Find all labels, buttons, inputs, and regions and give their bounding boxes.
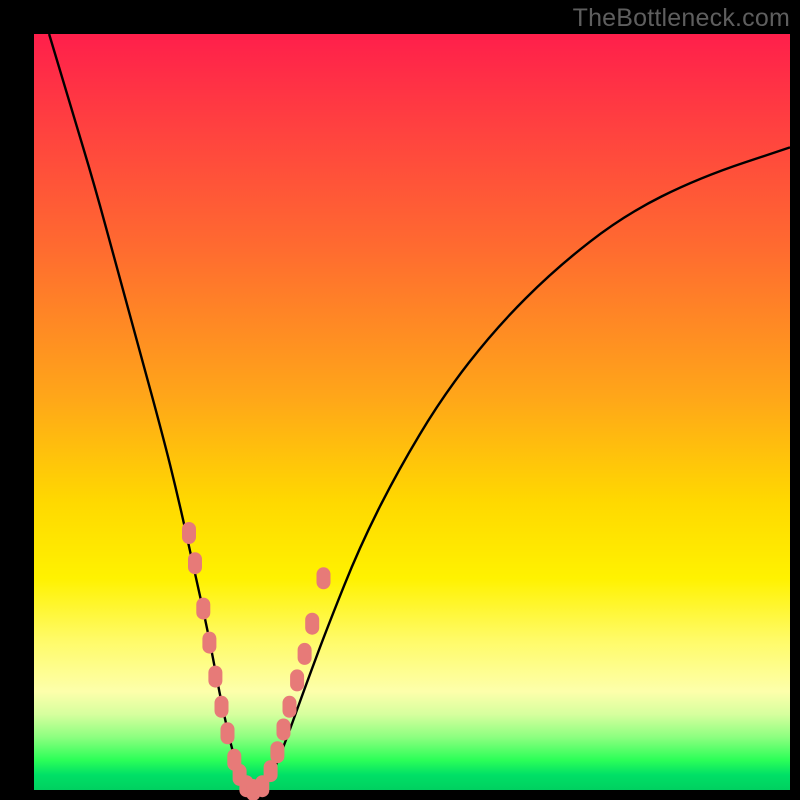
datapoint-marker: [215, 696, 229, 718]
datapoint-marker: [182, 522, 196, 544]
datapoint-marker: [221, 722, 235, 744]
datapoints-group: [182, 522, 331, 800]
datapoint-marker: [202, 632, 216, 654]
datapoint-marker: [264, 760, 278, 782]
datapoint-marker: [196, 598, 210, 620]
datapoint-marker: [290, 669, 304, 691]
datapoint-marker: [317, 567, 331, 589]
datapoint-marker: [270, 741, 284, 763]
datapoint-marker: [283, 696, 297, 718]
datapoint-marker: [208, 666, 222, 688]
plot-area: [34, 34, 790, 790]
chart-svg: [34, 34, 790, 790]
model-curve: [49, 34, 790, 790]
datapoint-marker: [188, 552, 202, 574]
datapoint-marker: [277, 719, 291, 741]
datapoint-marker: [305, 613, 319, 635]
watermark-text: TheBottleneck.com: [573, 4, 790, 33]
chart-frame: TheBottleneck.com: [0, 0, 800, 800]
datapoint-marker: [298, 643, 312, 665]
